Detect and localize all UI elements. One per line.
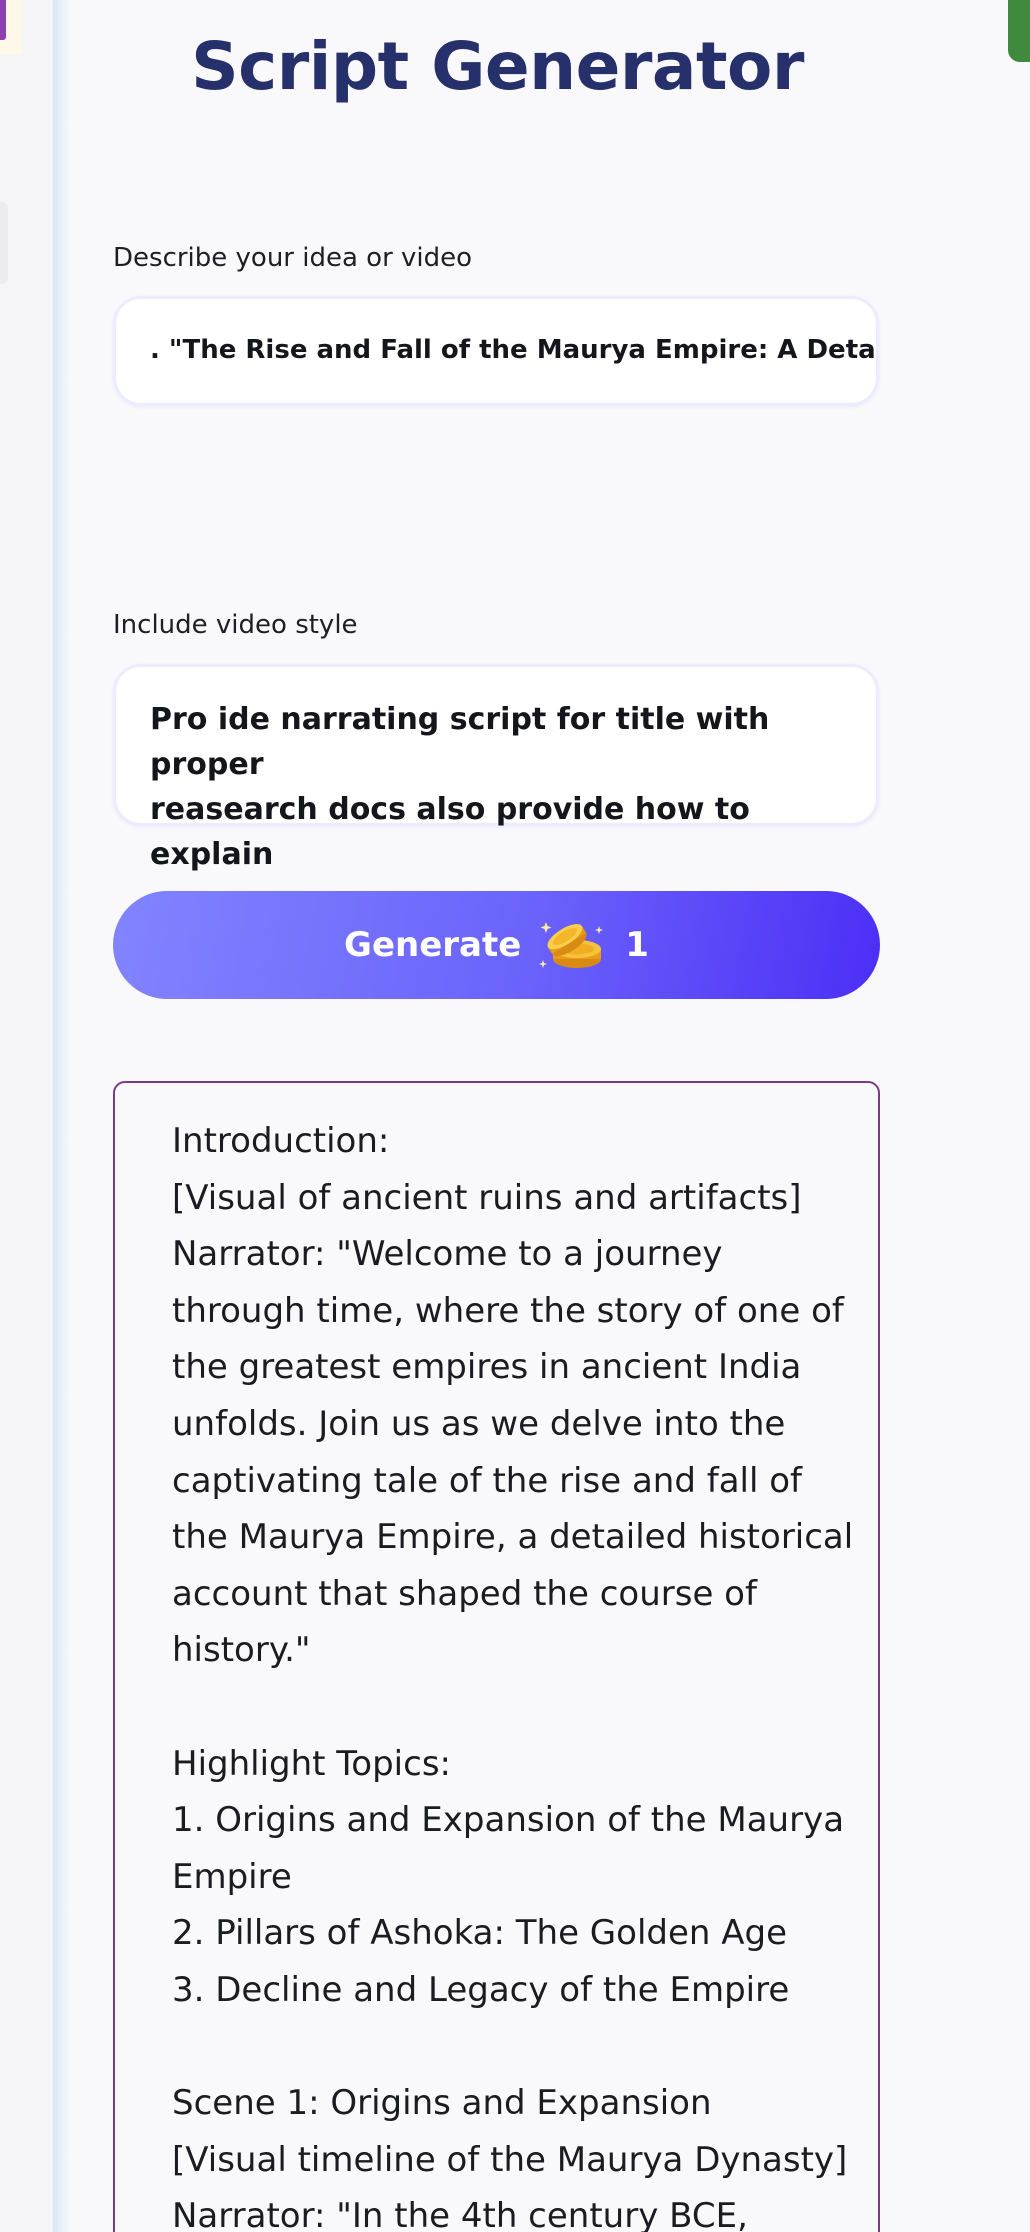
output-line: through time, where the story of one of <box>172 1290 844 1331</box>
idea-field-label: Describe your idea or video <box>113 243 473 273</box>
output-line: the greatest empires in ancient India <box>172 1347 802 1388</box>
script-generator-page: Script Generator Describe your idea or v… <box>0 0 1030 2232</box>
top-right-accent[interactable] <box>1008 0 1030 62</box>
style-input-line: Pro ide narrating script for title with … <box>150 702 770 782</box>
output-line: history." <box>172 1630 311 1671</box>
output-line: 2. Pillars of Ashoka: The Golden Age <box>172 1913 788 1954</box>
generated-script-output[interactable]: Introduction: [Visual of ancient ruins an… <box>113 1081 880 2232</box>
output-line: the Maurya Empire, a detailed historical <box>172 1517 854 1558</box>
sidebar-glow <box>53 0 71 2232</box>
output-line: captivating tale of the rise and fall of <box>172 1460 802 1501</box>
generate-cost: 1 <box>625 925 649 965</box>
idea-input-value: . "The Rise and Fall of the Maurya Empir… <box>150 335 879 365</box>
output-line: 1. Origins and Expansion of the Maurya <box>172 1800 845 1841</box>
coins-icon <box>537 916 609 974</box>
output-line: Narrator: "In the 4th century BCE, <box>172 2196 748 2232</box>
output-line: [Visual timeline of the Maurya Dynasty] <box>172 2139 848 2180</box>
style-input[interactable]: Pro ide narrating script for title with … <box>113 664 879 872</box>
output-line: unfolds. Join us as we delve into the <box>172 1403 786 1444</box>
output-line: Introduction: <box>172 1121 390 1161</box>
style-input-line: reasearch docs also provide how to expla… <box>150 792 750 872</box>
output-line: [Visual of ancient ruins and artifacts] <box>172 1177 802 1218</box>
generate-button-label: Generate <box>344 925 522 965</box>
output-line: Highlight Topics: <box>172 1743 451 1784</box>
idea-input[interactable]: . "The Rise and Fall of the Maurya Empir… <box>113 296 879 406</box>
sidebar-edge <box>0 0 57 2232</box>
style-field-label: Include video style <box>113 610 358 640</box>
generate-button[interactable]: Generate 1 <box>113 891 880 999</box>
output-line: Empire <box>172 1856 292 1897</box>
page-title: Script Generator <box>191 28 804 105</box>
sidebar-collapsed-tab[interactable] <box>0 202 8 284</box>
output-line: Narrator: "Welcome to a journey <box>172 1234 723 1275</box>
output-line: Scene 1: Origins and Expansion <box>172 2083 712 2124</box>
output-line: account that shaped the course of <box>172 1573 757 1614</box>
output-line: 3. Decline and Legacy of the Empire <box>172 1969 790 2010</box>
